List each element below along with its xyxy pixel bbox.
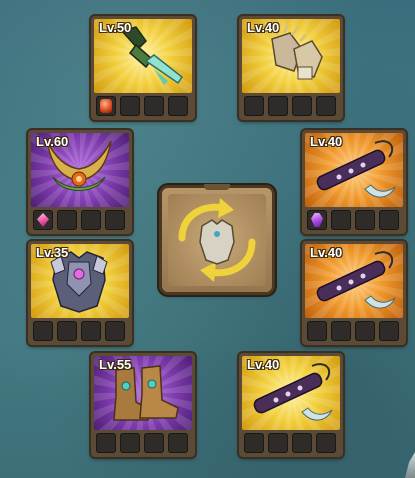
gem-socket-violet[interactable] <box>307 210 327 230</box>
item-frame: Lv.55 <box>94 356 192 430</box>
gem-socket-empty[interactable] <box>120 96 140 116</box>
gem-socket-empty[interactable] <box>268 433 288 453</box>
gem-socket-red[interactable] <box>96 96 116 116</box>
equip-slot-boots[interactable]: Lv.55 <box>91 353 195 457</box>
gem-socket-empty[interactable] <box>292 433 312 453</box>
gem-socket-empty[interactable] <box>81 210 101 230</box>
item-level: Lv.40 <box>247 20 280 35</box>
item-level: Lv.50 <box>99 20 132 35</box>
gem-socket-empty[interactable] <box>96 433 116 453</box>
gem-socket-empty[interactable] <box>144 96 164 116</box>
item-frame: Lv.40 <box>305 244 403 318</box>
gem-socket-empty[interactable] <box>57 210 77 230</box>
item-frame: Lv.35 <box>31 244 129 318</box>
gem-socket-empty[interactable] <box>379 321 399 341</box>
gem-socket-empty[interactable] <box>81 321 101 341</box>
equip-slot-gloves[interactable]: Lv.40 <box>239 16 343 120</box>
swap-gear-face <box>168 194 266 286</box>
item-level: Lv.35 <box>36 245 69 260</box>
item-level: Lv.40 <box>247 357 280 372</box>
gem-socket-empty[interactable] <box>292 96 312 116</box>
equip-slot-armor[interactable]: Lv.35 <box>28 241 132 345</box>
gem-socket-empty[interactable] <box>331 210 351 230</box>
item-frame: Lv.40 <box>305 133 403 207</box>
gem-socket-empty[interactable] <box>120 433 140 453</box>
gem-sockets <box>94 96 192 116</box>
equip-slot-accessory-1[interactable]: Lv.40 <box>302 130 406 234</box>
gem-socket-empty[interactable] <box>105 210 125 230</box>
equip-slot-weapon[interactable]: Lv.50 <box>91 16 195 120</box>
button-tab <box>204 184 230 190</box>
equip-slot-helmet[interactable]: Lv.60 <box>28 130 132 234</box>
item-level: Lv.40 <box>310 134 343 149</box>
gem-socket-empty[interactable] <box>316 96 336 116</box>
gem-socket-empty[interactable] <box>355 210 375 230</box>
gem-socket-empty[interactable] <box>316 433 336 453</box>
gem-socket-empty[interactable] <box>379 210 399 230</box>
gem-socket-empty[interactable] <box>268 96 288 116</box>
gem-socket-empty[interactable] <box>168 433 188 453</box>
gem-socket-empty[interactable] <box>307 321 327 341</box>
gem-socket-empty[interactable] <box>244 433 264 453</box>
gem-sockets <box>305 321 403 341</box>
item-level: Lv.55 <box>99 357 132 372</box>
item-level: Lv.40 <box>310 245 343 260</box>
item-frame: Lv.60 <box>31 133 129 207</box>
swap-gear-button[interactable] <box>162 184 272 292</box>
gem-socket-empty[interactable] <box>105 321 125 341</box>
gem-sockets <box>242 96 340 116</box>
gem-socket-empty[interactable] <box>244 96 264 116</box>
gem-sockets <box>305 210 403 230</box>
gem-socket-empty[interactable] <box>57 321 77 341</box>
gem-sockets <box>31 210 129 230</box>
gem-sockets <box>31 321 129 341</box>
swap-armor-icon <box>178 198 256 282</box>
item-frame: Lv.40 <box>242 356 340 430</box>
gem-sockets <box>242 433 340 453</box>
item-level: Lv.60 <box>36 134 69 149</box>
gem-socket-empty[interactable] <box>331 321 351 341</box>
item-frame: Lv.40 <box>242 19 340 93</box>
gem-socket-empty[interactable] <box>144 433 164 453</box>
gem-sockets <box>94 433 192 453</box>
equip-slot-accessory-2[interactable]: Lv.40 <box>302 241 406 345</box>
gem-socket-empty[interactable] <box>355 321 375 341</box>
equip-slot-accessory-3[interactable]: Lv.40 <box>239 353 343 457</box>
gem-socket-empty[interactable] <box>168 96 188 116</box>
gem-socket-empty[interactable] <box>33 321 53 341</box>
gem-socket-pink[interactable] <box>33 210 53 230</box>
item-frame: Lv.50 <box>94 19 192 93</box>
